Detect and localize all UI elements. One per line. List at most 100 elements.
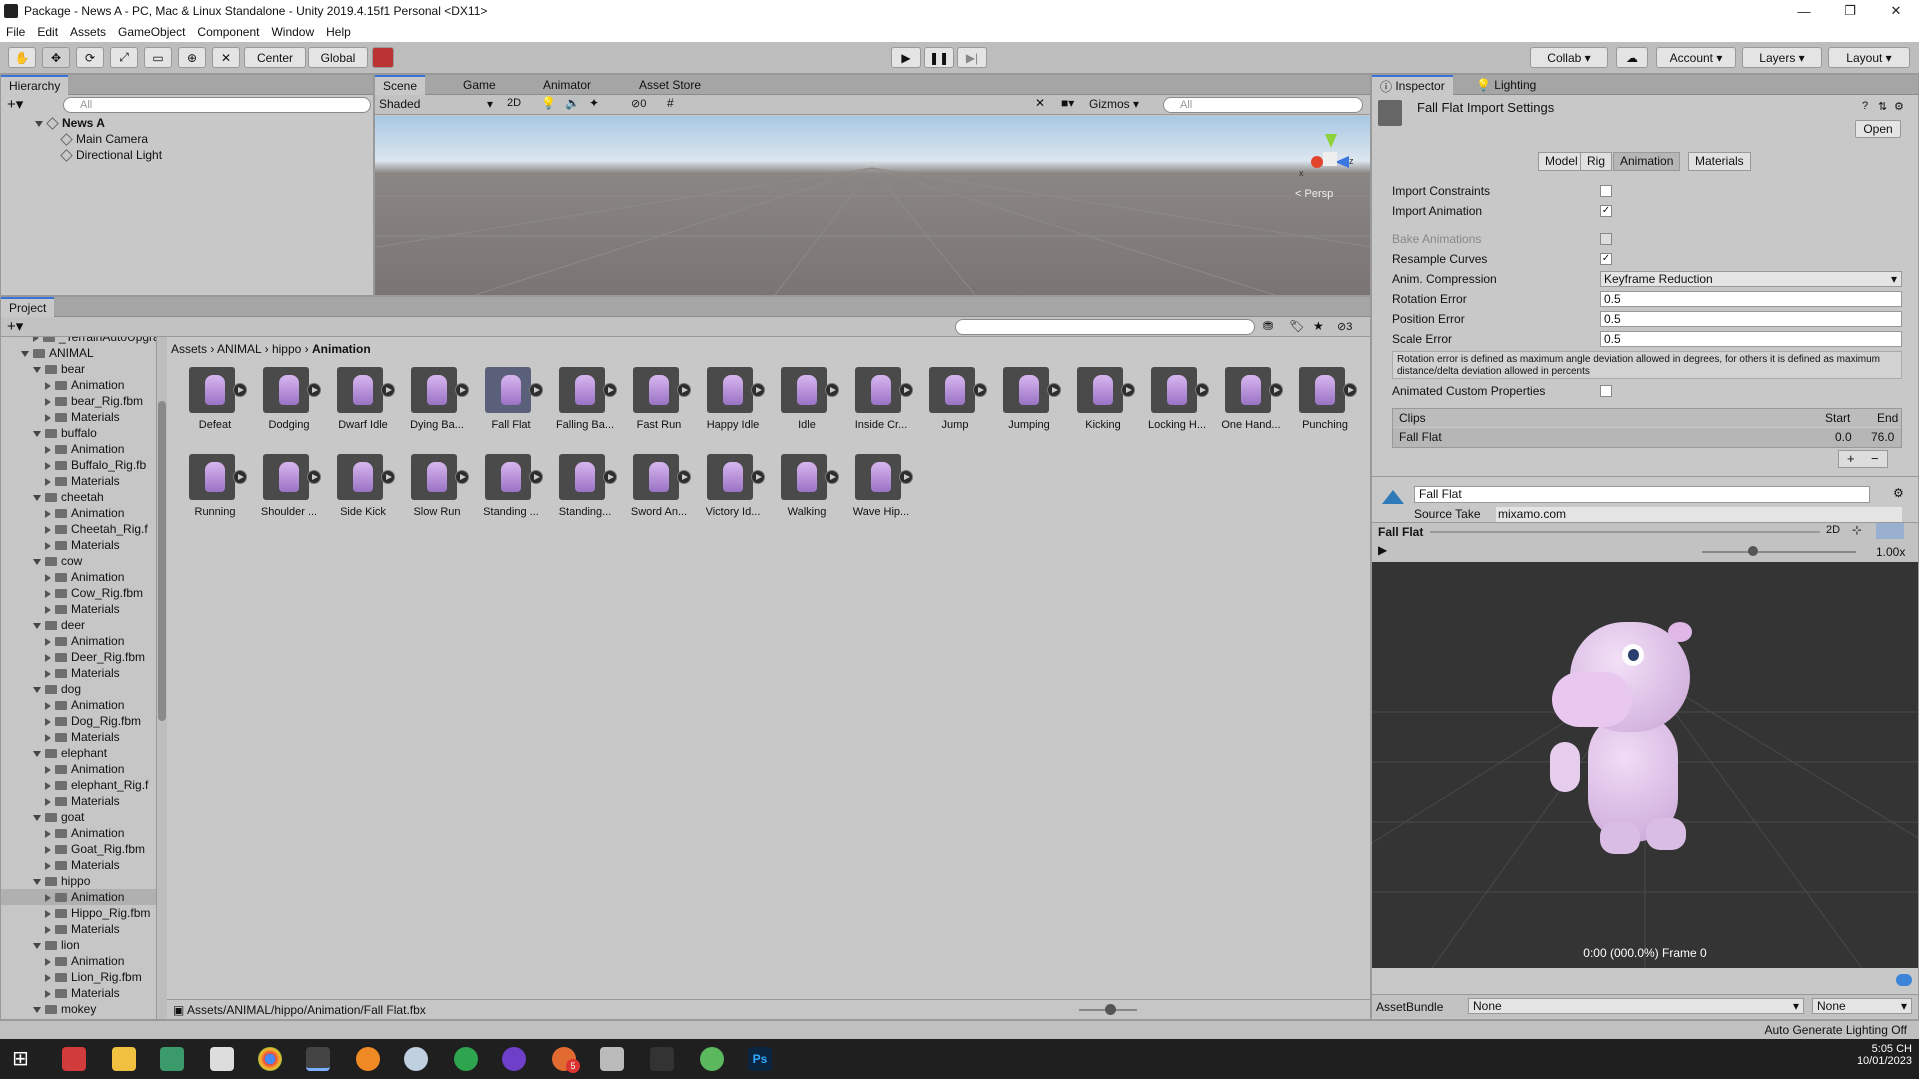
project-tree-item[interactable]: Buffalo_Rig.fb xyxy=(45,457,146,473)
project-tree-item[interactable]: Materials xyxy=(45,985,120,1001)
tab-animator[interactable]: Animator xyxy=(535,75,599,95)
scene-search-input[interactable]: All xyxy=(1163,97,1363,113)
project-tree-item[interactable]: lion xyxy=(33,937,80,953)
chevron-right-icon[interactable] xyxy=(45,461,51,470)
chevron-right-icon[interactable] xyxy=(45,797,51,806)
favorites-icon[interactable]: ★ xyxy=(1313,319,1324,333)
pivot-icon[interactable]: ⊹ xyxy=(1852,523,1862,537)
menu-assets[interactable]: Assets xyxy=(64,25,112,39)
scene-row[interactable]: News A xyxy=(35,115,105,131)
animated-custom-properties-checkbox[interactable] xyxy=(1600,385,1612,397)
chevron-right-icon[interactable] xyxy=(45,845,51,854)
assetbundle-dropdown[interactable]: None ▾ xyxy=(1468,998,1804,1014)
filter-type-icon[interactable]: ⛃ xyxy=(1263,319,1273,333)
add-clip-button[interactable]: + xyxy=(1847,451,1855,467)
minimize-button[interactable]: — xyxy=(1781,0,1827,22)
chevron-right-icon[interactable] xyxy=(45,909,51,918)
effects-icon[interactable]: ✦ xyxy=(589,96,599,110)
project-tree-item[interactable]: hippo xyxy=(33,873,90,889)
chevron-right-icon[interactable] xyxy=(45,413,51,422)
project-tree-item[interactable]: ANIMAL xyxy=(21,345,94,361)
project-tree-item[interactable]: Materials xyxy=(45,921,120,937)
layers-dropdown[interactable]: Layers ▾ xyxy=(1742,47,1822,68)
play-icon[interactable] xyxy=(751,383,765,397)
rotate-tool-icon[interactable]: ⟳ xyxy=(76,47,104,68)
asset-item[interactable]: Shoulder ... xyxy=(259,454,321,524)
github-icon[interactable] xyxy=(502,1047,526,1071)
resample-curves-checkbox[interactable]: ✓ xyxy=(1600,253,1612,265)
slider-thumb[interactable] xyxy=(1105,1004,1116,1015)
project-tree-item[interactable]: Animation xyxy=(45,825,124,841)
gizmos-dropdown[interactable]: Gizmos ▾ xyxy=(1089,97,1139,111)
windows-start-icon[interactable]: ⊞ xyxy=(12,1047,36,1071)
persp-label[interactable]: < Persp xyxy=(1295,188,1333,200)
project-tree-item[interactable]: goat xyxy=(33,809,84,825)
folder-tree-scrollbar[interactable] xyxy=(157,337,167,1019)
project-tree-item[interactable]: Materials xyxy=(45,537,120,553)
project-tree-item[interactable]: Animation xyxy=(45,761,124,777)
project-tree-item[interactable]: Animation xyxy=(45,953,124,969)
chevron-right-icon[interactable] xyxy=(45,653,51,662)
animation-preview-viewport[interactable]: 0:00 (000.0%) Frame 0 xyxy=(1372,562,1918,968)
pivot-center-button[interactable]: Center xyxy=(244,47,306,68)
play-icon[interactable] xyxy=(1195,383,1209,397)
pivot-global-button[interactable]: Global xyxy=(308,47,368,68)
source-take-dropdown[interactable]: mixamo.com xyxy=(1496,507,1902,522)
menu-window[interactable]: Window xyxy=(265,25,320,39)
hierarchy-item[interactable]: Main Camera xyxy=(60,131,148,147)
project-search-input[interactable] xyxy=(955,319,1255,335)
preset-icon[interactable]: ⇅ xyxy=(1878,100,1887,113)
chevron-right-icon[interactable] xyxy=(45,445,51,454)
play-icon[interactable] xyxy=(455,470,469,484)
asset-item[interactable]: Side Kick xyxy=(333,454,395,524)
project-tree-item[interactable]: _TerrainAutoUpgrade xyxy=(33,337,156,345)
move-tool-icon[interactable]: ✥ xyxy=(42,47,70,68)
asset-item[interactable]: Fast Run xyxy=(629,367,691,437)
app-m-icon[interactable] xyxy=(160,1047,184,1071)
bake-animations-checkbox[interactable] xyxy=(1600,233,1612,245)
play-icon[interactable] xyxy=(455,383,469,397)
asset-item[interactable]: Standing ... xyxy=(481,454,543,524)
maximize-button[interactable]: ❐ xyxy=(1827,0,1873,22)
camera-icon[interactable]: ■▾ xyxy=(1061,96,1074,110)
scale-error-input[interactable]: 0.5 xyxy=(1600,331,1902,347)
app-badge-icon[interactable]: 5 xyxy=(552,1047,580,1073)
asset-item[interactable]: Dying Ba... xyxy=(407,367,469,437)
remove-clip-button[interactable]: − xyxy=(1871,451,1879,467)
project-tree-item[interactable]: Materials xyxy=(45,729,120,745)
project-tree-item[interactable]: Materials xyxy=(45,665,120,681)
chevron-down-icon[interactable] xyxy=(33,686,41,693)
menu-file[interactable]: File xyxy=(0,25,31,39)
project-tree-item[interactable]: Materials xyxy=(45,409,120,425)
asset-item[interactable]: Wave Hip... xyxy=(851,454,913,524)
project-tree-item[interactable]: Dog_Rig.fbm xyxy=(45,713,141,729)
menu-component[interactable]: Component xyxy=(191,25,265,39)
chevron-down-icon[interactable] xyxy=(33,366,41,373)
tab-inspector[interactable]: ⓘ Inspector xyxy=(1372,75,1453,95)
asset-item[interactable]: Happy Idle xyxy=(703,367,765,437)
project-tree-item[interactable]: bear xyxy=(33,361,85,377)
tab-model[interactable]: Model xyxy=(1538,152,1585,171)
chevron-down-icon[interactable] xyxy=(33,1006,41,1013)
clock[interactable]: 5:05 CH 10/01/2023 xyxy=(1856,1043,1912,1067)
grid-icon[interactable]: # xyxy=(667,96,674,110)
step-button[interactable]: ▶| xyxy=(957,47,987,68)
clip-name-input[interactable]: Fall Flat xyxy=(1414,486,1870,503)
clip-row[interactable]: Fall Flat 0.0 76.0 xyxy=(1393,428,1901,447)
asset-item[interactable]: Falling Ba... xyxy=(555,367,617,437)
play-icon[interactable] xyxy=(1121,383,1135,397)
scale-tool-icon[interactable]: ⤢ xyxy=(110,47,138,68)
app-cloud-icon[interactable] xyxy=(404,1047,428,1071)
play-icon[interactable] xyxy=(677,470,691,484)
app-red-icon[interactable] xyxy=(62,1047,86,1071)
project-tree-item[interactable]: elephant_Rig.f xyxy=(45,777,148,793)
unity-hub-icon[interactable] xyxy=(600,1047,624,1071)
transform-tool-icon[interactable]: ⊕ xyxy=(178,47,206,68)
project-tree-item[interactable]: Goat_Rig.fbm xyxy=(45,841,145,857)
app-green-icon[interactable] xyxy=(700,1047,724,1071)
tab-lighting[interactable]: 💡 Lighting xyxy=(1468,75,1544,95)
2d-toggle[interactable]: 2D xyxy=(507,97,521,109)
add-object-button[interactable]: +▾ xyxy=(7,95,23,113)
chevron-down-icon[interactable] xyxy=(33,622,41,629)
pause-button[interactable]: ❚❚ xyxy=(924,47,954,68)
